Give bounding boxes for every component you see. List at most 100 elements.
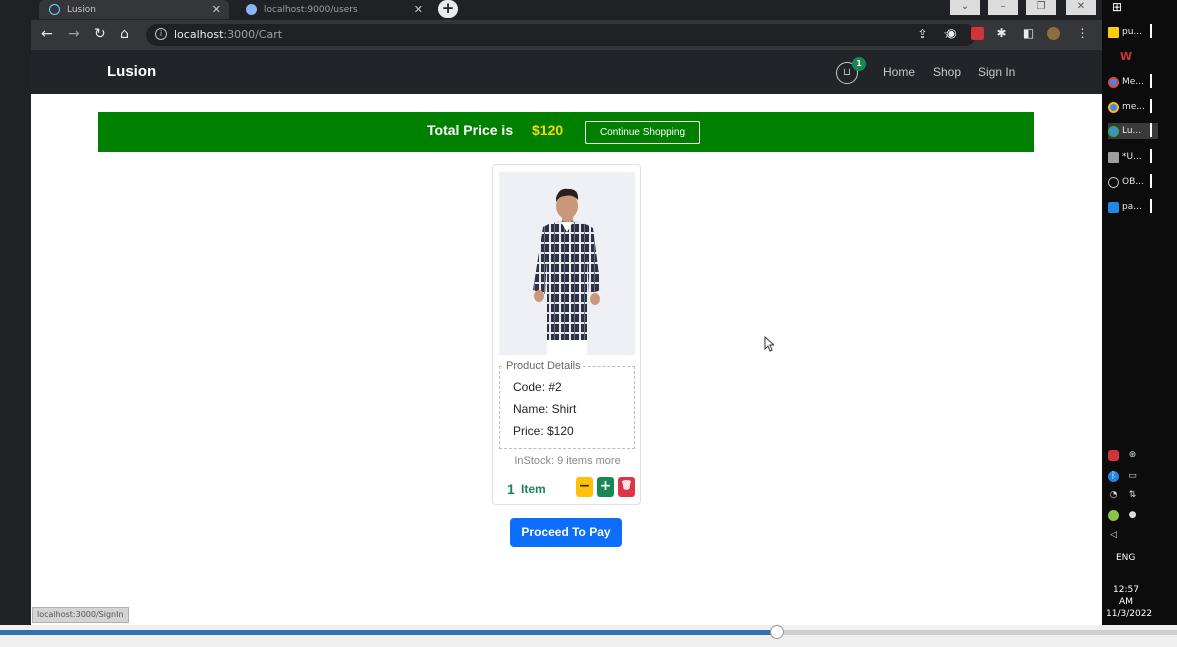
obs-icon xyxy=(1108,176,1119,188)
total-price-banner: Total Price is $120 Continue Shopping xyxy=(98,112,1034,152)
instock-text: InStock: 9 items more xyxy=(514,455,621,467)
mouse-cursor-icon xyxy=(764,336,774,352)
taskbar-clock[interactable]: 12:57 AM 11/3/2022 xyxy=(1106,584,1153,620)
taskbar-item-label: OB... xyxy=(1122,177,1144,187)
product-details-box: Product Details Code: #2 Name: Shirt Pri… xyxy=(499,360,635,449)
url-path: :3000/Cart xyxy=(223,28,283,41)
url-host: localhost xyxy=(174,28,224,41)
new-tab-button[interactable]: + xyxy=(438,0,458,18)
taskbar-pip xyxy=(1150,174,1152,188)
video-progress-scrubber[interactable] xyxy=(770,625,784,639)
nav-signin-link[interactable]: Sign In xyxy=(978,65,1015,79)
puzzle-icon[interactable]: ✱ xyxy=(995,27,1008,40)
left-edge-strip xyxy=(0,0,31,625)
chrome-icon xyxy=(1108,101,1119,113)
total-price-label: Total Price is xyxy=(427,122,514,138)
bluetooth-icon[interactable]: ᛒ xyxy=(1108,471,1119,482)
product-details-legend: Product Details xyxy=(504,360,583,372)
brand-logo[interactable]: Lusion xyxy=(107,63,156,80)
continue-shopping-button[interactable]: Continue Shopping xyxy=(585,121,700,144)
remove-item-trash-icon[interactable]: 🗑 xyxy=(618,477,635,497)
taskbar-item[interactable]: W xyxy=(1108,48,1158,64)
product-code: Code: #2 xyxy=(513,380,562,394)
forward-arrow-icon[interactable]: → xyxy=(68,27,80,41)
address-bar[interactable]: i localhost:3000/Cart ⇪ ☆ xyxy=(146,24,976,46)
wps-w-icon: W xyxy=(1120,49,1133,63)
site-info-icon[interactable]: i xyxy=(155,28,167,40)
product-image xyxy=(499,172,635,355)
volume-icon[interactable]: ◁ xyxy=(1108,530,1119,541)
tab-lusion[interactable]: Lusion ✕ xyxy=(39,0,229,19)
proceed-to-pay-button[interactable]: Proceed To Pay xyxy=(510,518,622,547)
globe-favicon-icon xyxy=(246,4,257,15)
tray-app-icon[interactable] xyxy=(1108,450,1119,461)
windows-taskbar: ⊞ pu... W Me... me... Lu... *U... OB... … xyxy=(1102,0,1177,625)
url-text: localhost:3000/Cart xyxy=(174,28,282,41)
language-indicator[interactable]: ENG xyxy=(1116,553,1135,563)
react-favicon-icon xyxy=(49,4,60,15)
taskbar-item-label: Me... xyxy=(1122,77,1144,87)
cart-count-badge: 1 xyxy=(852,57,866,71)
cart-page: Total Price is $120 Continue Shopping Pr… xyxy=(31,94,1102,625)
screenshot-root: Lusion ✕ localhost:9000/users ✕ + ⌄ – ❐ … xyxy=(0,0,1177,647)
minimize-button[interactable]: – xyxy=(988,0,1018,15)
video-progress-fill xyxy=(0,630,777,635)
tray-green-icon[interactable] xyxy=(1108,510,1119,521)
notepad-icon xyxy=(1108,151,1119,163)
nav-home-link[interactable]: Home xyxy=(883,65,915,79)
taskbar-item-label: me... xyxy=(1122,102,1145,112)
wifi-icon[interactable]: ◔ xyxy=(1108,490,1119,501)
tab-close-icon[interactable]: ✕ xyxy=(212,3,221,16)
tab-search-button[interactable]: ⌄ xyxy=(950,0,980,15)
microphone-icon[interactable]: ● xyxy=(1127,510,1138,521)
clock-time: 12:57 AM xyxy=(1113,585,1139,607)
folder-icon xyxy=(1108,26,1119,38)
quantity-unit: Item xyxy=(521,482,546,496)
extension-red-icon[interactable] xyxy=(971,27,984,40)
share-icon[interactable]: ⇪ xyxy=(916,28,929,41)
windows-start-icon[interactable]: ⊞ xyxy=(1112,0,1122,14)
taskbar-pip xyxy=(1150,123,1152,137)
browser-tab-bar: Lusion ✕ localhost:9000/users ✕ + ⌄ – ❐ … xyxy=(31,0,1102,20)
link-status-url: localhost:3000/SignIn xyxy=(32,607,129,623)
taskbar-pip xyxy=(1150,74,1152,88)
taskbar-pip xyxy=(1150,199,1152,213)
tab-close-icon[interactable]: ✕ xyxy=(414,3,423,16)
quantity-value: 1 xyxy=(507,481,515,497)
taskbar-item-label: Lu... xyxy=(1122,126,1142,136)
cart-item-card: Product Details Code: #2 Name: Shirt Pri… xyxy=(492,164,641,505)
product-price: Price: $120 xyxy=(513,424,574,438)
vscode-icon xyxy=(1108,201,1119,213)
restore-button[interactable]: ❐ xyxy=(1026,0,1056,15)
browser-toolbar: ← → ↻ ⌂ i localhost:3000/Cart ⇪ ☆ ◉ ✱ ◧ … xyxy=(31,20,1102,50)
nav-shop-link[interactable]: Shop xyxy=(933,65,961,79)
tab-title: localhost:9000/users xyxy=(264,4,358,15)
video-progress-remaining xyxy=(777,630,1177,635)
shirt-model-illustration xyxy=(533,188,601,355)
decrease-quantity-button[interactable]: − xyxy=(576,477,593,497)
close-window-button[interactable]: ✕ xyxy=(1066,0,1096,15)
taskbar-item-label: *U... xyxy=(1122,152,1142,162)
side-panel-icon[interactable]: ◧ xyxy=(1022,27,1035,40)
battery-icon[interactable]: ▭ xyxy=(1127,471,1138,482)
menu-kebab-icon[interactable]: ⋮ xyxy=(1076,27,1089,40)
clock-date: 11/3/2022 xyxy=(1106,609,1153,619)
site-navbar: Lusion ⊔ 1 Home Shop Sign In xyxy=(31,50,1102,94)
home-icon[interactable]: ⌂ xyxy=(120,27,129,41)
taskbar-item-label: pa... xyxy=(1122,202,1142,212)
increase-quantity-button[interactable]: + xyxy=(597,477,614,497)
tab-users[interactable]: localhost:9000/users ✕ xyxy=(236,0,431,19)
taskbar-item-label: pu... xyxy=(1122,27,1142,37)
video-progress-track[interactable] xyxy=(0,625,1177,647)
back-arrow-icon[interactable]: ← xyxy=(41,27,53,41)
tray-obs-icon[interactable]: ⊛ xyxy=(1127,450,1138,461)
taskbar-pip xyxy=(1150,99,1152,113)
taskbar-pip xyxy=(1150,24,1152,38)
network-icon[interactable]: ⇅ xyxy=(1127,490,1138,501)
reload-icon[interactable]: ↻ xyxy=(94,27,106,41)
profile-avatar-icon[interactable] xyxy=(1047,27,1060,40)
extension-icon[interactable]: ◉ xyxy=(945,27,958,40)
chrome-icon xyxy=(1108,76,1119,88)
product-name: Name: Shirt xyxy=(513,402,577,416)
total-price-amount: $120 xyxy=(532,122,564,138)
